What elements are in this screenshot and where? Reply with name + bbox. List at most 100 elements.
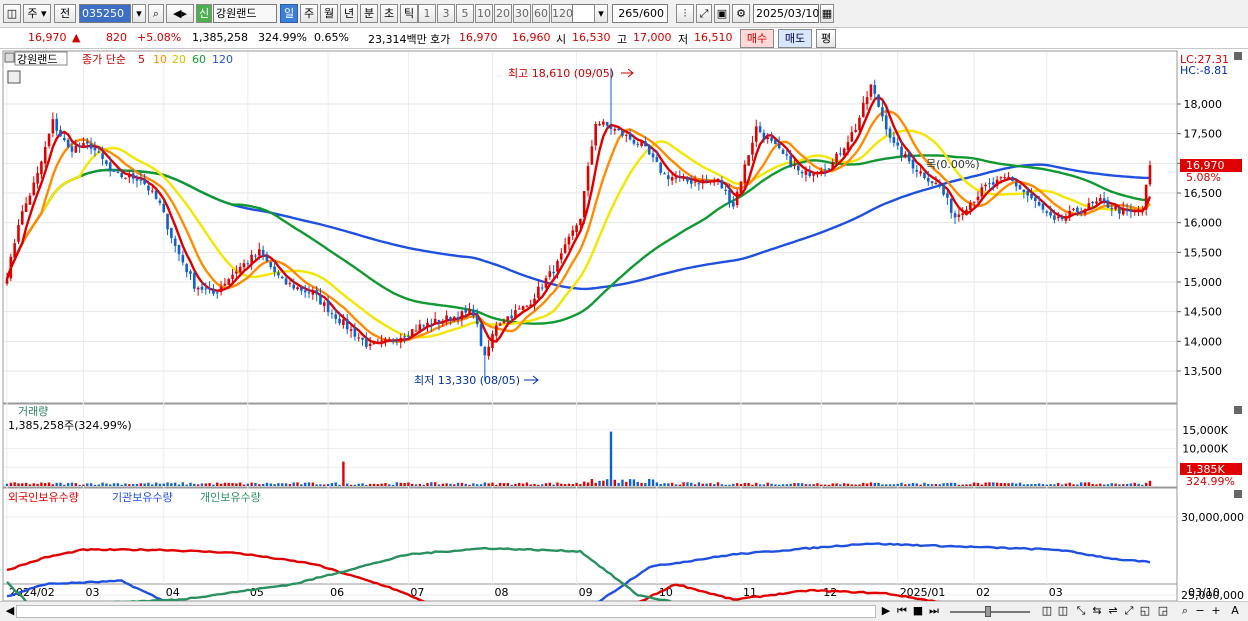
period-select[interactable]: 주 ▾ bbox=[23, 4, 51, 23]
volume-bar bbox=[433, 482, 437, 486]
sell-button[interactable]: 매도 bbox=[778, 29, 812, 48]
candle-body bbox=[663, 173, 666, 175]
volume-bar bbox=[648, 478, 651, 486]
tool-icon-3[interactable]: ⇆ bbox=[1090, 602, 1104, 620]
interval-5[interactable]: 5 bbox=[456, 4, 474, 23]
holding-panel-close-icon[interactable] bbox=[1234, 490, 1242, 498]
legend-icon[interactable] bbox=[4, 52, 15, 63]
new-badge[interactable]: 신 bbox=[196, 4, 212, 23]
volume-panel-close-icon[interactable] bbox=[1234, 406, 1242, 414]
date-input[interactable]: 2025/03/10 bbox=[753, 4, 819, 23]
calendar-icon[interactable]: ▦ bbox=[820, 4, 834, 23]
volume-bar bbox=[693, 484, 697, 486]
candle-icon[interactable]: ⫶ bbox=[676, 4, 694, 23]
zoom-out-icon[interactable]: − bbox=[1194, 602, 1206, 620]
candle-body bbox=[288, 283, 292, 285]
interval-30[interactable]: 30 bbox=[513, 4, 531, 23]
interval-10[interactable]: 10 bbox=[475, 4, 493, 23]
interval-120[interactable]: 120 bbox=[551, 4, 573, 23]
candle-body bbox=[590, 146, 594, 165]
volume-bar bbox=[632, 479, 636, 486]
volume-tick-label: 15,000K bbox=[1182, 424, 1228, 437]
period-tab-6[interactable]: 틱 bbox=[400, 4, 418, 23]
tool-icon-2[interactable]: ◫ bbox=[1056, 602, 1070, 620]
period-tab-3[interactable]: 년 bbox=[340, 4, 358, 23]
period-tab-4[interactable]: 분 bbox=[360, 4, 378, 23]
candle-body bbox=[97, 151, 101, 153]
scroll-bar[interactable]: ◀ ▶ ⏮ ■ ⏭ ◫ ◫ ⤡ ⇆ ⇌ ⤢ ◱ ◲ ⌕ − + A bbox=[0, 601, 1248, 621]
holding-label-foreign: 외국인보유수량 bbox=[8, 491, 79, 504]
zoom-icon[interactable]: ⌕ bbox=[1178, 602, 1192, 620]
code-dropdown-icon[interactable]: ▾ bbox=[132, 4, 146, 23]
interval-3[interactable]: 3 bbox=[437, 4, 455, 23]
candle-body bbox=[254, 255, 257, 257]
volume-bar bbox=[518, 482, 521, 486]
candle-body bbox=[969, 202, 972, 210]
last-icon[interactable]: ⏭ bbox=[927, 602, 941, 620]
save-icon[interactable]: ▣ bbox=[714, 4, 730, 23]
prev-button[interactable]: 전 bbox=[54, 4, 76, 23]
period-tab-2[interactable]: 월 bbox=[320, 4, 338, 23]
scroll-left-icon[interactable]: ◀ bbox=[4, 602, 16, 620]
candle-body bbox=[605, 121, 609, 126]
count-field[interactable]: 265/600 bbox=[612, 4, 668, 23]
period-tab-5[interactable]: 초 bbox=[380, 4, 398, 23]
font-icon[interactable]: A bbox=[1228, 602, 1242, 620]
volume-bar bbox=[636, 481, 639, 486]
draw-icon[interactable]: ⤢ bbox=[696, 4, 712, 23]
buy-button[interactable]: 매수 bbox=[740, 29, 774, 48]
volume-bar bbox=[468, 484, 471, 486]
code-input[interactable]: 035250 bbox=[79, 4, 131, 23]
search-icon[interactable]: ⌕ bbox=[148, 4, 164, 23]
bid-price: 16,960 bbox=[512, 31, 551, 44]
price-panel-close-icon[interactable] bbox=[1234, 52, 1242, 60]
link-icon[interactable]: ⤡ bbox=[1074, 602, 1088, 620]
tool-icon-7[interactable]: ◲ bbox=[1156, 602, 1170, 620]
volume-bar bbox=[426, 482, 429, 486]
gear-icon[interactable]: ⚙ bbox=[732, 4, 750, 23]
volume-value: 1,385,258 bbox=[192, 31, 248, 44]
volume-bar bbox=[797, 482, 800, 486]
scroll-right-icon[interactable]: ▶ bbox=[880, 602, 892, 620]
volume-bar bbox=[529, 484, 532, 486]
period-tab-1[interactable]: 주 bbox=[300, 4, 318, 23]
interval-1[interactable]: 1 bbox=[418, 4, 436, 23]
tool-icon-5[interactable]: ⤢ bbox=[1122, 602, 1136, 620]
volume-panel[interactable] bbox=[2, 403, 1178, 488]
tool-icon[interactable]: ◫ bbox=[1040, 602, 1054, 620]
speaker-icon[interactable]: ◀▸ bbox=[166, 4, 194, 23]
table-icon[interactable] bbox=[7, 70, 21, 84]
legend-ma120: 120 bbox=[212, 53, 233, 66]
zoom-in-icon[interactable]: + bbox=[1210, 602, 1222, 620]
volume-bar bbox=[200, 483, 204, 486]
candle-body bbox=[774, 139, 777, 145]
period-tab-0[interactable]: 일 bbox=[280, 4, 298, 23]
first-icon[interactable]: ⏮ bbox=[895, 602, 909, 620]
tool-icon-4[interactable]: ⇌ bbox=[1106, 602, 1120, 620]
window-icon[interactable]: ◫ bbox=[3, 4, 21, 23]
volume-bar bbox=[177, 484, 181, 486]
blank-dropdown-icon[interactable]: ▾ bbox=[594, 4, 608, 23]
candle-body bbox=[789, 155, 792, 168]
chart-area[interactable]: 18,00017,50017,00016,50016,00015,50015,0… bbox=[0, 49, 1248, 601]
candle-body bbox=[1022, 189, 1026, 193]
scroll-track[interactable] bbox=[16, 605, 876, 618]
eval-button[interactable]: 평 bbox=[816, 29, 836, 48]
volume-title: 거래량 bbox=[18, 405, 48, 418]
zoom-thumb[interactable] bbox=[985, 606, 991, 617]
candle-body bbox=[1003, 177, 1007, 179]
tool-icon-6[interactable]: ◱ bbox=[1138, 602, 1152, 620]
candle-body bbox=[1076, 207, 1079, 212]
interval-20[interactable]: 20 bbox=[494, 4, 512, 23]
candle-body bbox=[101, 153, 104, 159]
volume-bar bbox=[820, 484, 823, 486]
volume-bar bbox=[227, 482, 230, 486]
volume-bar bbox=[873, 482, 876, 486]
candle-body bbox=[1125, 209, 1129, 212]
interval-60[interactable]: 60 bbox=[532, 4, 550, 23]
holding-panel[interactable] bbox=[2, 487, 1178, 585]
candle-body bbox=[693, 181, 697, 183]
stop-icon[interactable]: ■ bbox=[911, 602, 925, 620]
volume-bar bbox=[777, 484, 781, 486]
volume-bar bbox=[66, 483, 70, 486]
